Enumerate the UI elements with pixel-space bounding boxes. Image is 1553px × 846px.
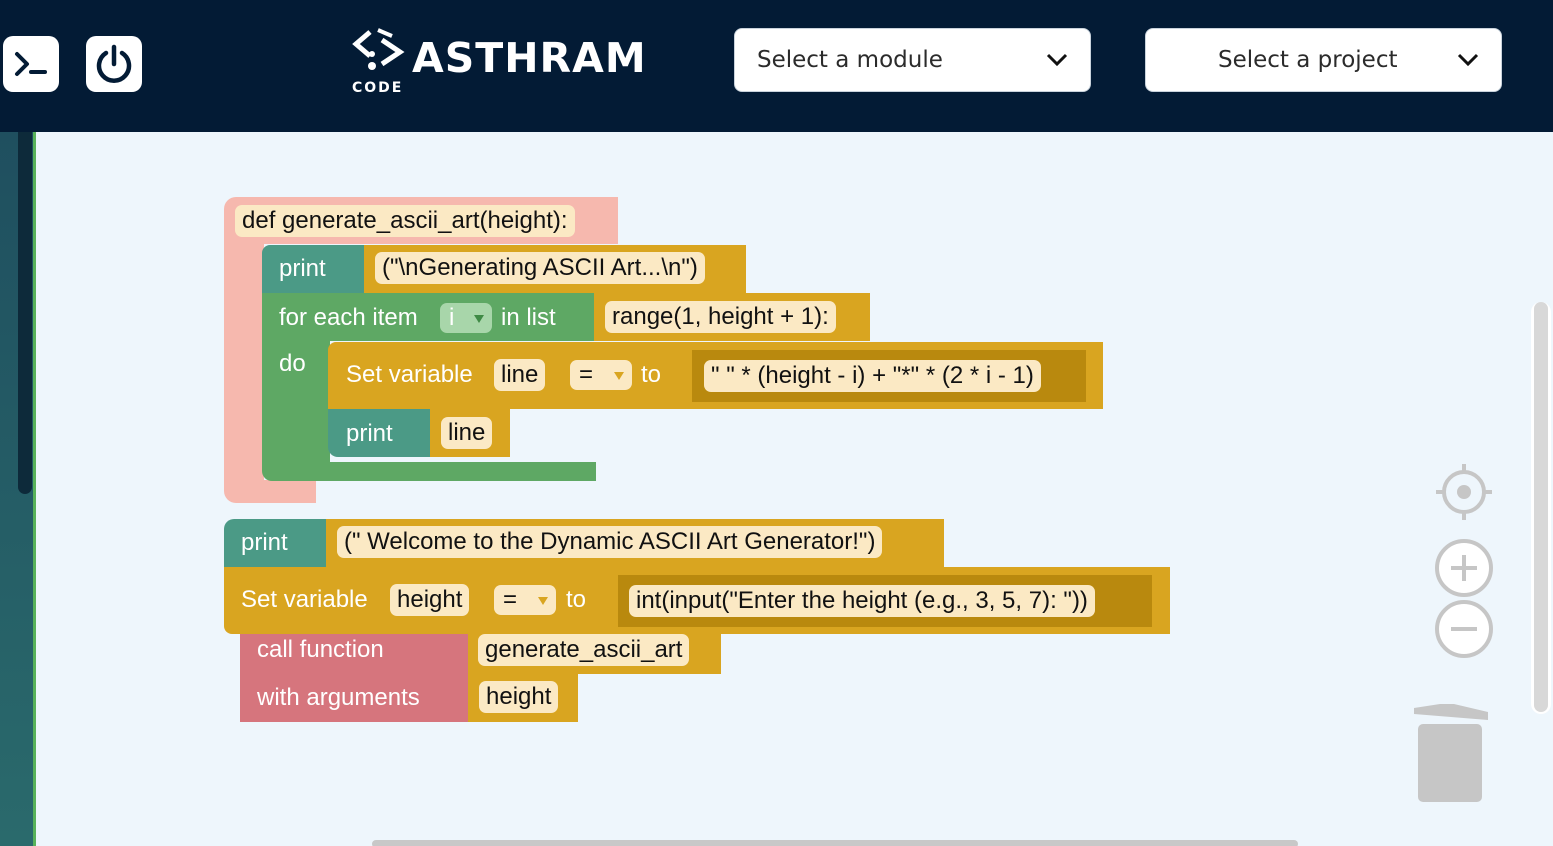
chevron-down-icon	[1457, 53, 1479, 67]
power-icon	[96, 44, 132, 83]
set-line-label: Set variable	[346, 361, 473, 388]
power-button[interactable]	[86, 36, 142, 92]
range-value[interactable]: range(1, height + 1):	[605, 301, 836, 333]
zoom-out-icon[interactable]	[1434, 599, 1494, 659]
print-line-value[interactable]: line	[441, 417, 493, 449]
print-line-label: print	[346, 420, 393, 447]
print-welcome-value[interactable]: (" Welcome to the Dynamic ASCII Art Gene…	[337, 526, 883, 558]
print-welcome-label: print	[241, 529, 288, 556]
with-arguments-label: with arguments	[257, 684, 420, 711]
set-line-var[interactable]: line	[494, 359, 546, 391]
asthram-logo: ASTHRAM CODE	[352, 28, 646, 98]
def-label[interactable]: def generate_ascii_art(height):	[235, 205, 575, 237]
toolbox-scrollbar[interactable]	[18, 132, 32, 494]
set-line-to: to	[641, 361, 662, 388]
set-height-var[interactable]: height	[390, 584, 470, 616]
loop-var-value: i	[449, 304, 455, 331]
trash-icon[interactable]	[1410, 700, 1492, 804]
chevron-down-icon	[1046, 53, 1068, 67]
logo-sub: CODE	[352, 80, 404, 96]
horizontal-scrollbar[interactable]	[372, 840, 1298, 846]
logo-mark-icon	[352, 28, 405, 70]
recenter-icon[interactable]	[1434, 462, 1494, 522]
set-height-to: to	[566, 586, 587, 613]
project-select-value: Select a project	[1218, 47, 1398, 73]
loop-var-dropdown[interactable]: i	[440, 303, 492, 333]
in-list-label: in list	[501, 304, 556, 331]
print-value[interactable]: ("\nGenerating ASCII Art...\n")	[375, 252, 705, 284]
set-height-value[interactable]: int(input("Enter the height (e.g., 3, 5,…	[629, 585, 1095, 617]
terminal-button[interactable]	[3, 36, 59, 92]
vertical-scrollbar[interactable]	[1534, 302, 1548, 712]
set-height-op-dropdown[interactable]: =	[494, 585, 556, 615]
for-each-label: for each item	[279, 304, 418, 331]
do-label: do	[279, 350, 306, 377]
call-function-label: call function	[257, 636, 384, 663]
call-func-name[interactable]: generate_ascii_art	[478, 634, 690, 666]
def-block-footer	[224, 480, 316, 503]
print-label: print	[279, 255, 326, 282]
for-each-footer	[262, 462, 596, 481]
module-select[interactable]: Select a module	[734, 28, 1091, 92]
project-select[interactable]: Select a project	[1145, 28, 1502, 92]
logo-name: ASTHRAM	[412, 34, 647, 82]
set-line-op-dropdown[interactable]: =	[570, 360, 632, 390]
set-height-op: =	[503, 586, 518, 613]
module-select-value: Select a module	[757, 47, 943, 73]
def-block-body	[224, 240, 264, 488]
set-line-op: =	[579, 361, 594, 388]
set-line-value[interactable]: " " * (height - i) + "*" * (2 * i - 1)	[704, 360, 1041, 392]
toolbox-divider	[33, 132, 36, 846]
call-arg[interactable]: height	[479, 681, 559, 713]
top-bar: ASTHRAM CODE Select a module Select a pr…	[0, 0, 1553, 132]
terminal-icon	[15, 52, 47, 76]
zoom-in-icon[interactable]	[1434, 538, 1494, 598]
set-height-label: Set variable	[241, 586, 368, 613]
